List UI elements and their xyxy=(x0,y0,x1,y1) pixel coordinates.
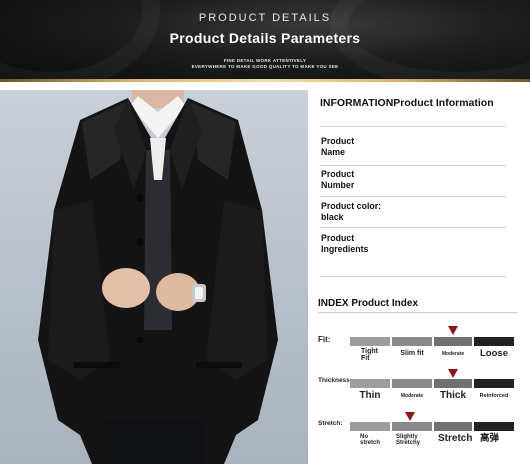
fit-marker-icon xyxy=(448,326,458,335)
banner-subtitle: PRODUCT DETAILS xyxy=(198,12,332,24)
thickness-segment-moderate xyxy=(392,379,432,388)
thickness-option-label: Thick xyxy=(439,390,467,401)
fit-option-label: Loose xyxy=(480,348,508,359)
index-divider xyxy=(318,312,518,313)
stretch-segment-stretch xyxy=(434,422,472,431)
fit-segment-loose xyxy=(474,337,514,346)
information-title: INFORMATIONProduct Information xyxy=(320,97,494,109)
thickness-marker-icon xyxy=(448,369,458,378)
stretch-marker-icon xyxy=(405,412,415,421)
info-row-label: Product Number xyxy=(321,169,355,190)
thickness-option-label: Thin xyxy=(359,390,381,401)
banner-title: Product Details Parameters xyxy=(169,30,361,46)
fit-option-label: Tight Fit xyxy=(361,348,378,362)
details-panel: INFORMATIONProduct Information Product N… xyxy=(308,82,530,464)
thickness-option-label: Moderate xyxy=(400,393,424,399)
fit-scale-label: Fit: xyxy=(318,335,331,344)
stretch-scale-label: Stretch: xyxy=(318,420,343,427)
product-photo xyxy=(0,90,308,464)
header-banner: PRODUCT DETAILS Product Details Paramete… xyxy=(0,0,530,82)
fit-segment-moderate xyxy=(434,337,472,346)
info-row-ingredients: Product Ingredients xyxy=(320,227,506,277)
thickness-segment-thick xyxy=(434,379,472,388)
info-row-name: Product Name xyxy=(320,126,506,166)
thickness-scale-label: Thickness: xyxy=(318,377,352,384)
stretch-segment-high xyxy=(474,422,514,431)
info-row-color: Product color: black xyxy=(320,196,506,227)
stretch-option-label: Slightly Stretchy xyxy=(396,434,421,446)
info-row-number: Product Number xyxy=(320,165,506,196)
stretch-segment-none xyxy=(350,422,390,431)
fit-option-label: Moderate xyxy=(441,351,465,357)
fit-segment-slim xyxy=(392,337,432,346)
info-row-label: Product Ingredients xyxy=(321,233,369,254)
info-row-label: Product color: black xyxy=(321,201,382,222)
banner-tagline-1: FINE DETAIL WORK ATTENTIVELY xyxy=(223,58,307,63)
info-row-label: Product Name xyxy=(321,136,355,157)
stretch-option-label: 高弹 xyxy=(480,433,500,444)
thickness-segment-thin xyxy=(350,379,390,388)
index-title: INDEX Product Index xyxy=(318,298,419,309)
thickness-segment-reinforced xyxy=(474,379,514,388)
coat-illustration xyxy=(38,90,278,464)
stretch-segment-slight xyxy=(392,422,432,431)
stretch-option-label: Stretch xyxy=(438,433,473,444)
thickness-option-label: Reinforced xyxy=(479,393,509,399)
fit-segment-tight xyxy=(350,337,390,346)
stretch-option-label: No stretch xyxy=(360,434,381,446)
banner-tagline-2: EVERYWHERE TO MAKE GOOD QUALITY TO MAKE … xyxy=(191,64,339,69)
fit-option-label: Slim fit xyxy=(400,350,424,357)
